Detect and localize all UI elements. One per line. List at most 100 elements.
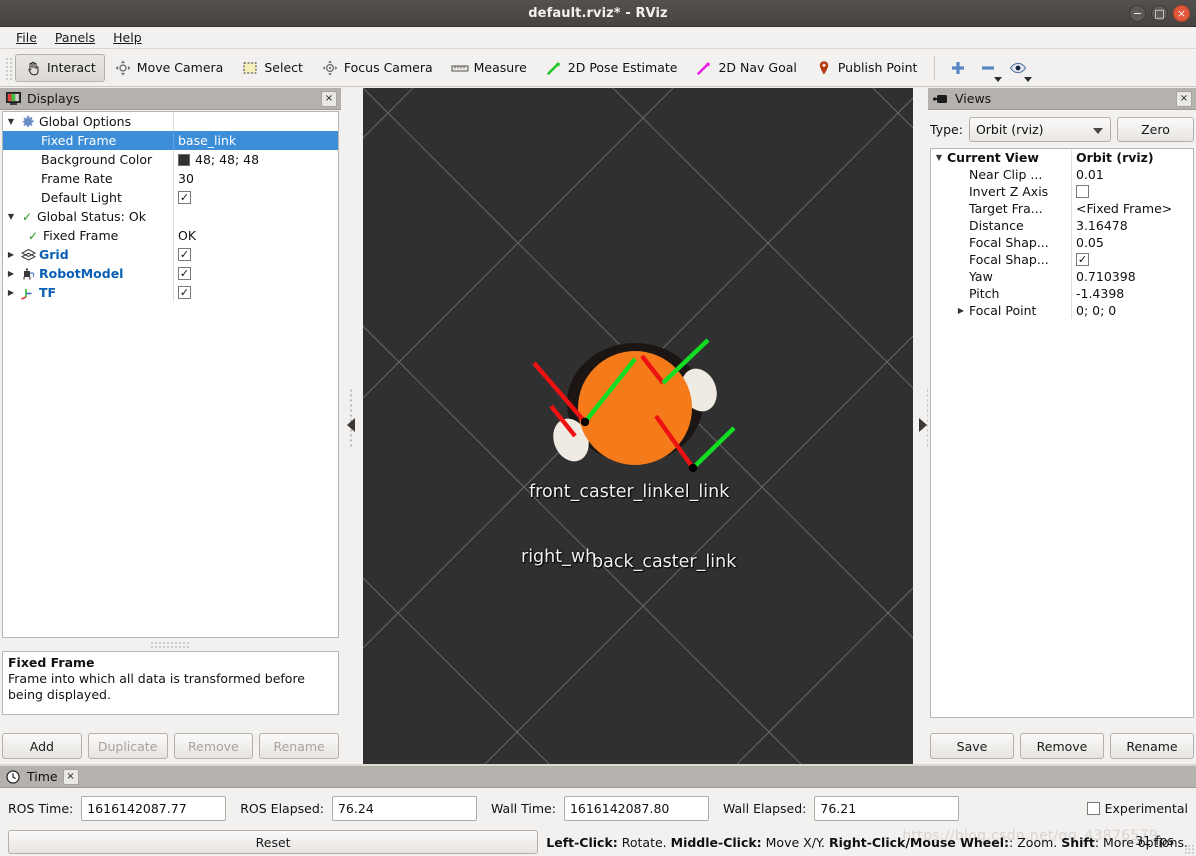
view-type-dropdown[interactable]: Orbit (rviz) bbox=[968, 116, 1111, 142]
time-close-button[interactable]: × bbox=[62, 768, 79, 785]
mouse-hint-text: Left-Click: Rotate. Middle-Click: Move X… bbox=[546, 835, 1188, 850]
remove-button[interactable]: Remove bbox=[173, 733, 254, 759]
wall-time-input[interactable]: 1616142087.80 bbox=[563, 795, 709, 821]
view-row-value[interactable]: <Fixed Frame> bbox=[1071, 200, 1193, 217]
wall-elapsed-input[interactable]: 76.21 bbox=[814, 795, 960, 821]
ros-time-input[interactable]: 1616142087.77 bbox=[81, 795, 227, 821]
add-button[interactable]: Add bbox=[2, 733, 82, 759]
maximize-icon[interactable]: □ bbox=[1151, 5, 1168, 22]
tool-select[interactable]: Select bbox=[232, 54, 312, 82]
views-property-tree[interactable]: ▼ Current View Orbit (rviz) Near Clip ..… bbox=[930, 148, 1194, 718]
twisty-icon[interactable]: ▶ bbox=[3, 288, 19, 297]
twisty-icon[interactable]: ▼ bbox=[3, 212, 19, 221]
tree-row-global-options[interactable]: ▼ Global Options bbox=[3, 112, 338, 131]
hand-cursor-icon bbox=[24, 59, 42, 77]
tree-row-value[interactable]: 48; 48; 48 bbox=[173, 150, 338, 169]
tool-2d-pose-estimate[interactable]: 2D Pose Estimate bbox=[536, 54, 687, 82]
tf-checkbox[interactable]: ✓ bbox=[178, 286, 191, 299]
focal-shape-fixed-size-checkbox[interactable]: ✓ bbox=[1076, 253, 1089, 266]
displays-tree[interactable]: ▼ Global Options Fixed Frame base_link B… bbox=[2, 111, 339, 638]
displays-splitter-grip[interactable] bbox=[150, 641, 190, 648]
zero-button[interactable]: Zero bbox=[1116, 116, 1194, 142]
ros-elapsed-input[interactable]: 76.24 bbox=[331, 795, 477, 821]
remove-tool-button[interactable] bbox=[973, 53, 1003, 83]
robot-icon bbox=[19, 265, 37, 283]
view-row-focal-shape-fixed-size[interactable]: Focal Shap... ✓ bbox=[931, 251, 1193, 268]
tool-focus-camera[interactable]: Focus Camera bbox=[312, 54, 442, 82]
view-row-current-view[interactable]: ▼ Current View Orbit (rviz) bbox=[931, 149, 1193, 166]
experimental-toggle[interactable]: Experimental bbox=[1086, 801, 1188, 816]
chevron-down-icon[interactable] bbox=[1024, 76, 1033, 82]
view-row-value[interactable]: 0; 0; 0 bbox=[1071, 302, 1193, 319]
view-row-value: ✓ bbox=[1071, 251, 1193, 268]
close-icon[interactable]: × bbox=[1173, 5, 1190, 22]
collapse-left-icon[interactable] bbox=[347, 418, 355, 432]
view-row-distance[interactable]: Distance 3.16478 bbox=[931, 217, 1193, 234]
displays-panel: Displays × ▼ Global Options Fixed Frame … bbox=[0, 88, 341, 764]
twisty-icon[interactable]: ▼ bbox=[931, 153, 947, 162]
tree-row-background-color[interactable]: Background Color 48; 48; 48 bbox=[3, 150, 338, 169]
view-row-focal-point[interactable]: ▶ Focal Point 0; 0; 0 bbox=[931, 302, 1193, 319]
menu-panels[interactable]: Panels bbox=[47, 28, 103, 47]
view-row-label: Invert Z Axis bbox=[969, 184, 1049, 199]
tf-axes-icon bbox=[19, 284, 37, 302]
twisty-icon[interactable]: ▶ bbox=[3, 250, 19, 259]
left-splitter[interactable] bbox=[341, 88, 363, 764]
tree-row-default-light[interactable]: Default Light ✓ bbox=[3, 188, 338, 207]
tool-interact[interactable]: Interact bbox=[15, 53, 105, 82]
rename-button[interactable]: Rename bbox=[259, 733, 339, 759]
invert-z-axis-checkbox[interactable] bbox=[1076, 185, 1089, 198]
resize-grip[interactable] bbox=[1184, 844, 1194, 854]
robotmodel-checkbox[interactable]: ✓ bbox=[178, 267, 191, 280]
toolbar-grip[interactable] bbox=[4, 55, 12, 80]
remove-view-button[interactable]: Remove bbox=[1020, 733, 1104, 759]
tree-row-robotmodel[interactable]: ▶ RobotModel ✓ bbox=[3, 264, 338, 283]
views-button-row: Save Remove Rename bbox=[930, 733, 1194, 759]
view-row-focal-shape-size[interactable]: Focal Shap... 0.05 bbox=[931, 234, 1193, 251]
view-row-value[interactable]: 0.01 bbox=[1071, 166, 1193, 183]
tool-measure[interactable]: Measure bbox=[442, 54, 536, 82]
views-type-label: Type: bbox=[930, 121, 963, 137]
reset-button[interactable]: Reset bbox=[8, 830, 539, 854]
tree-row-tf[interactable]: ▶ TF ✓ bbox=[3, 283, 338, 302]
twisty-icon[interactable]: ▼ bbox=[3, 117, 19, 126]
eye-icon bbox=[1009, 59, 1027, 77]
view-row-pitch[interactable]: Pitch -1.4398 bbox=[931, 285, 1193, 302]
tree-row-value[interactable]: 30 bbox=[173, 169, 338, 188]
views-close-button[interactable]: × bbox=[1176, 90, 1192, 107]
tree-row-frame-rate[interactable]: Frame Rate 30 bbox=[3, 169, 338, 188]
menu-help[interactable]: Help bbox=[105, 28, 150, 47]
view-row-value[interactable]: 0.710398 bbox=[1071, 268, 1193, 285]
view-row-yaw[interactable]: Yaw 0.710398 bbox=[931, 268, 1193, 285]
twisty-icon[interactable]: ▶ bbox=[953, 306, 969, 315]
view-row-near-clip[interactable]: Near Clip ... 0.01 bbox=[931, 166, 1193, 183]
view-row-value[interactable]: 3.16478 bbox=[1071, 217, 1193, 234]
add-tool-button[interactable] bbox=[943, 53, 973, 83]
twisty-icon[interactable]: ▶ bbox=[3, 269, 19, 278]
rename-view-button[interactable]: Rename bbox=[1110, 733, 1194, 759]
tree-row-fixed-frame[interactable]: Fixed Frame base_link bbox=[3, 131, 338, 150]
grid-checkbox[interactable]: ✓ bbox=[178, 248, 191, 261]
view-row-target-frame[interactable]: Target Fra... <Fixed Frame> bbox=[931, 200, 1193, 217]
save-view-button[interactable]: Save bbox=[930, 733, 1014, 759]
visibility-button[interactable] bbox=[1003, 53, 1033, 83]
tree-row-global-status[interactable]: ▼ ✓ Global Status: Ok bbox=[3, 207, 338, 226]
tree-row-status-fixed-frame[interactable]: ✓ Fixed Frame OK bbox=[3, 226, 338, 245]
tool-move-camera[interactable]: Move Camera bbox=[105, 54, 233, 82]
experimental-checkbox[interactable] bbox=[1086, 801, 1100, 815]
duplicate-button[interactable]: Duplicate bbox=[87, 733, 168, 759]
tree-row-grid[interactable]: ▶ Grid ✓ bbox=[3, 245, 338, 264]
views-panel-title: Views × bbox=[928, 88, 1196, 110]
chevron-down-icon[interactable] bbox=[994, 76, 1003, 82]
menu-file[interactable]: File bbox=[8, 28, 45, 47]
displays-close-button[interactable]: × bbox=[321, 90, 337, 107]
view-row-value[interactable]: -1.4398 bbox=[1071, 285, 1193, 302]
view-row-value[interactable]: 0.05 bbox=[1071, 234, 1193, 251]
tool-publish-point[interactable]: Publish Point bbox=[806, 54, 927, 82]
view-row-invert-z-axis[interactable]: Invert Z Axis bbox=[931, 183, 1193, 200]
tool-2d-nav-goal[interactable]: 2D Nav Goal bbox=[686, 54, 805, 82]
default-light-checkbox[interactable]: ✓ bbox=[178, 191, 191, 204]
minimize-icon[interactable]: − bbox=[1129, 5, 1146, 22]
tree-row-value[interactable]: base_link bbox=[173, 131, 338, 150]
3d-render-view[interactable]: front_caster_link el_link right_wh back_… bbox=[363, 88, 913, 764]
